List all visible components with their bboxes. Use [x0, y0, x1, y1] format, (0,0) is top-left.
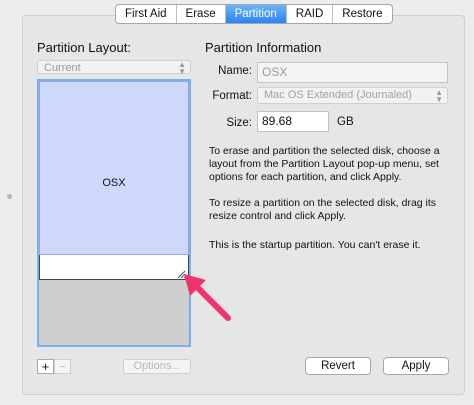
apply-button[interactable]: Apply: [383, 357, 449, 375]
tab-partition[interactable]: Partition: [225, 5, 287, 23]
format-label: Format:: [212, 90, 252, 102]
revert-button[interactable]: Revert: [305, 357, 371, 375]
layout-select[interactable]: Current ▲ ▼: [37, 60, 191, 76]
partition-block-label: OSX: [102, 177, 126, 189]
partition-block-osx[interactable]: OSX: [39, 81, 189, 255]
name-label: Name:: [218, 65, 252, 77]
window-edge-dot: [7, 194, 12, 199]
add-partition-button[interactable]: +: [37, 359, 54, 374]
tab-restore[interactable]: Restore: [333, 5, 391, 23]
annotation-arrow-icon: [184, 274, 231, 321]
remove-partition-button[interactable]: −: [54, 359, 71, 374]
size-unit: GB: [337, 116, 354, 128]
format-select[interactable]: Mac OS Extended (Journaled) ▲ ▼: [257, 87, 448, 104]
tab-raid[interactable]: RAID: [287, 5, 334, 23]
updown-arrows-icon: ▲ ▼: [178, 60, 186, 76]
partition-info-title: Partition Information: [205, 40, 322, 55]
size-field[interactable]: 89.68: [257, 111, 329, 132]
help-text-resize: To resize a partition on the selected di…: [209, 197, 437, 222]
options-button[interactable]: Options...: [123, 359, 191, 374]
layout-select-value: Current: [44, 62, 81, 74]
name-field[interactable]: OSX: [257, 62, 448, 83]
partition-layout-title: Partition Layout:: [37, 40, 131, 55]
tab-first-aid[interactable]: First Aid: [116, 5, 177, 23]
help-text-erase: To erase and partition the selected disk…: [209, 145, 440, 183]
help-text-startup: This is the startup partition. You can't…: [209, 239, 421, 251]
tab-bar: First Aid Erase Partition RAID Restore: [115, 4, 393, 24]
partition-free-space: [39, 255, 189, 280]
format-select-value: Mac OS Extended (Journaled): [264, 89, 412, 101]
updown-arrows-icon: ▲ ▼: [435, 88, 443, 104]
partition-map-empty: [39, 281, 189, 345]
size-label: Size:: [226, 117, 252, 129]
tab-erase[interactable]: Erase: [177, 5, 226, 23]
